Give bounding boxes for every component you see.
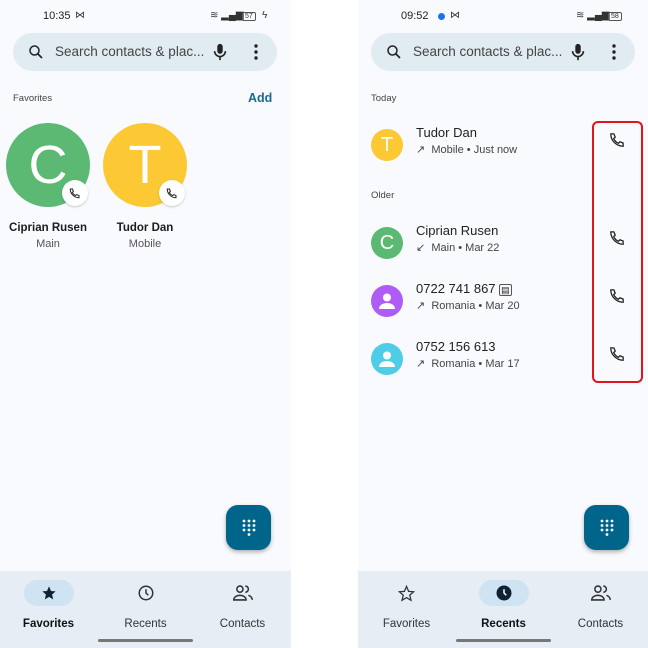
home-indicator[interactable] bbox=[98, 639, 193, 642]
battery-icon: 58 bbox=[608, 12, 622, 21]
call-details: ↗ Romania • Mar 17 bbox=[416, 358, 520, 370]
status-time: 09:52 bbox=[401, 10, 429, 22]
tab-contacts[interactable]: Contacts bbox=[194, 580, 291, 630]
caller-name: 0722 741 867 ▤ bbox=[416, 281, 512, 296]
today-heading: Today bbox=[371, 93, 397, 104]
caller-name: Ciprian Rusen bbox=[416, 223, 499, 238]
phone-icon bbox=[166, 188, 177, 199]
star-filled-icon bbox=[41, 586, 56, 600]
person-icon bbox=[379, 293, 395, 309]
clock-filled-icon bbox=[496, 585, 511, 601]
avatar bbox=[371, 285, 403, 317]
tab-favorites[interactable]: Favorites bbox=[358, 580, 455, 630]
favorite-label: Mobile bbox=[128, 238, 162, 250]
outgoing-call-icon: ↗ bbox=[416, 144, 426, 156]
more-options-icon[interactable] bbox=[611, 44, 617, 60]
dialpad-button[interactable] bbox=[226, 505, 271, 550]
dialpad-button[interactable] bbox=[584, 505, 629, 550]
clock-icon bbox=[138, 585, 153, 601]
app-notification-icon bbox=[438, 13, 445, 20]
highlight-box bbox=[592, 121, 643, 383]
recents-screen: 09:52 ⋈ ≋ ▂▄▆ 58 Search contacts & plac.… bbox=[358, 0, 648, 648]
microphone-icon[interactable] bbox=[212, 43, 228, 61]
favorite-label: Main bbox=[36, 238, 60, 250]
dialpad-icon bbox=[242, 519, 255, 536]
tab-recents[interactable]: Recents bbox=[455, 580, 552, 630]
outgoing-call-icon: ↗ bbox=[416, 300, 426, 312]
favorite-name: Ciprian Rusen bbox=[9, 222, 87, 234]
people-icon bbox=[590, 585, 611, 601]
caller-name: Tudor Dan bbox=[416, 125, 477, 140]
call-button[interactable] bbox=[159, 180, 185, 206]
avatar: C bbox=[371, 227, 403, 259]
tab-favorites[interactable]: Favorites bbox=[0, 580, 97, 630]
search-icon bbox=[387, 45, 401, 59]
favorites-screen: 10:35 ⋈ ≋ ▂▄▆ 57 ϟ Search contacts & pla… bbox=[0, 0, 291, 648]
wifi-signal-icon: ≋ ▂▄▆ bbox=[576, 10, 610, 21]
gmail-notification-icon: ⋈ bbox=[75, 10, 85, 21]
search-bar[interactable]: Search contacts & plac... bbox=[13, 33, 277, 71]
call-details: ↙ Main • Mar 22 bbox=[416, 242, 500, 254]
avatar bbox=[371, 343, 403, 375]
sim-card-icon: ▤ bbox=[499, 284, 512, 296]
people-icon bbox=[232, 585, 253, 601]
dialpad-icon bbox=[600, 519, 613, 536]
search-icon bbox=[29, 45, 43, 59]
caller-name: 0752 156 613 bbox=[416, 339, 496, 354]
favorite-name: Tudor Dan bbox=[116, 222, 174, 234]
status-time: 10:35 bbox=[43, 10, 71, 22]
search-input[interactable]: Search contacts & plac... bbox=[413, 44, 562, 59]
charging-icon: ϟ bbox=[262, 10, 268, 21]
bottom-navigation: Favorites Recents Contacts bbox=[0, 571, 291, 648]
older-heading: Older bbox=[371, 190, 395, 201]
search-input[interactable]: Search contacts & plac... bbox=[55, 44, 204, 59]
call-details: ↗ Romania • Mar 20 bbox=[416, 300, 520, 312]
person-icon bbox=[379, 351, 395, 367]
star-outline-icon bbox=[398, 584, 415, 602]
add-favorite-button[interactable]: Add bbox=[248, 91, 272, 105]
avatar: T bbox=[371, 129, 403, 161]
outgoing-call-icon: ↗ bbox=[416, 358, 426, 370]
tab-recents[interactable]: Recents bbox=[97, 580, 194, 630]
microphone-icon[interactable] bbox=[570, 43, 586, 61]
tab-contacts[interactable]: Contacts bbox=[552, 580, 648, 630]
call-details: ↗ Mobile • Just now bbox=[416, 144, 518, 156]
battery-icon: 57 bbox=[242, 12, 256, 21]
more-options-icon[interactable] bbox=[253, 44, 259, 60]
bottom-navigation: Favorites Recents Contacts bbox=[358, 571, 648, 648]
home-indicator[interactable] bbox=[456, 639, 551, 642]
search-bar[interactable]: Search contacts & plac... bbox=[371, 33, 635, 71]
incoming-call-icon: ↙ bbox=[416, 242, 426, 254]
favorites-heading: Favorites bbox=[13, 93, 53, 104]
phone-icon bbox=[69, 188, 80, 199]
gmail-notification-icon: ⋈ bbox=[450, 10, 460, 21]
wifi-signal-icon: ≋ ▂▄▆ bbox=[210, 10, 244, 21]
call-button[interactable] bbox=[62, 180, 88, 206]
